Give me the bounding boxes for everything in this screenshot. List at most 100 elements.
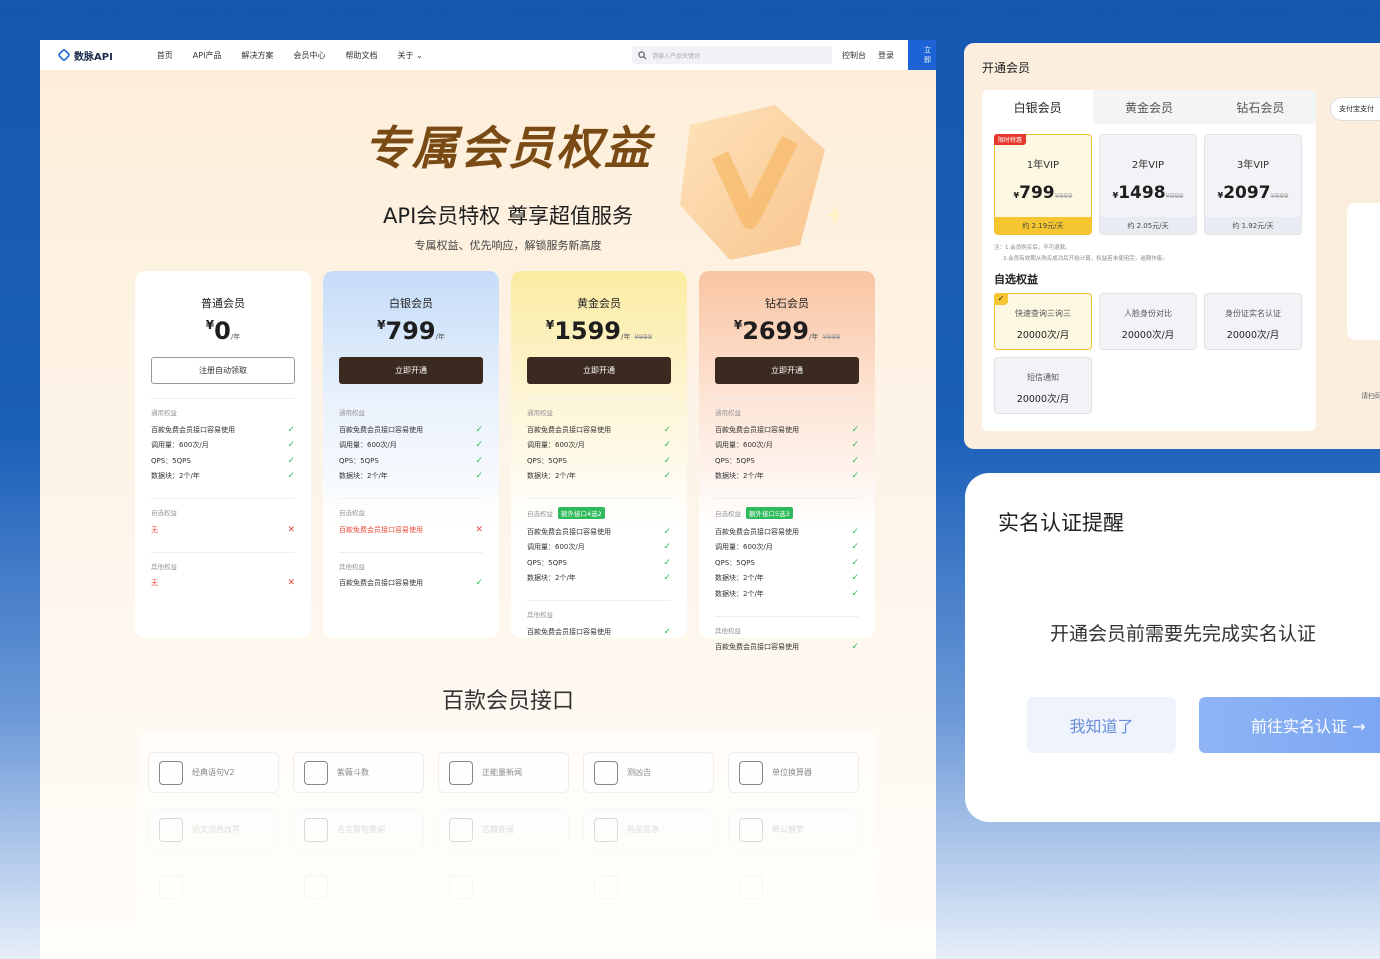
nav-item-solutions[interactable]: 解决方案 xyxy=(241,50,273,61)
optional-title-text: 自选权益 xyxy=(715,510,741,518)
benefit-row: 调用量：600次/月 ✓ xyxy=(715,540,859,556)
benefit-text: 百款免费会员接口容易使用 xyxy=(339,579,423,588)
benefit-row: 调用量：600次/月 ✓ xyxy=(339,438,483,454)
vip-per-day: 约 1.92元/天 xyxy=(1205,217,1301,234)
interface-tile[interactable]: 测凶吉 xyxy=(583,752,714,793)
benefit-row: 百款免费会员接口容易使用 ✓ xyxy=(715,640,859,656)
nav-item-help-docs[interactable]: 帮助文档 xyxy=(345,50,377,61)
general-title-text: 通用权益 xyxy=(527,409,553,417)
plan-price: ¥0/年 xyxy=(151,317,295,345)
console-link[interactable]: 控制台 xyxy=(842,50,866,61)
realname-dialog: 实名认证提醒 开通会员前需要先完成实名认证 我知道了 前往实名认证 → xyxy=(965,473,1380,822)
tab-gold[interactable]: 黄金会员 xyxy=(1093,90,1204,124)
plan-cta-button[interactable]: 注册自动领取 xyxy=(151,357,295,384)
interface-tile[interactable]: 单位换算器 xyxy=(728,752,859,793)
benefit-row: 数据块：2个/年 ✓ xyxy=(151,469,295,485)
check-icon: ✓ xyxy=(851,642,859,653)
interface-tile[interactable]: 紫薇斗数 xyxy=(293,752,424,793)
plan-name: 白银会员 xyxy=(389,297,433,310)
benefit-row: 百款免费会员接口容易使用 ✕ xyxy=(339,522,483,538)
check-icon: ✓ xyxy=(475,424,483,435)
vip-option-2yr[interactable]: 2年VIP ¥1498¥999 约 2.05元/天 xyxy=(1099,134,1197,235)
search-input[interactable]: 请输入产品关键词 xyxy=(632,46,832,64)
check-icon: ✓ xyxy=(851,573,859,584)
plan-card-silver: 白银会员 ¥799/年 立即开通 通用权益 百款免费会员接口容易使用 ✓ 调用量：600次/… xyxy=(323,271,499,638)
optional-section: 自选权益无 ✕ xyxy=(151,498,295,538)
tab-silver[interactable]: 白银会员 xyxy=(982,90,1094,124)
plan-name: 黄金会员 xyxy=(577,297,621,310)
vip-per-day: 约 2.19元/天 xyxy=(995,217,1091,234)
login-link[interactable]: 登录 xyxy=(878,50,894,61)
nav-item-about[interactable]: 关于 ⌄ xyxy=(397,50,422,61)
interface-name: 紫薇斗数 xyxy=(337,768,369,777)
price-unit: /年 xyxy=(808,333,819,341)
currency-symbol: ¥ xyxy=(205,318,215,332)
hero-title: 专属会员权益 xyxy=(364,121,652,175)
interface-icon xyxy=(449,760,473,785)
cross-icon: ✕ xyxy=(475,524,483,535)
benefit-row: 调用量：600次/月 ✓ xyxy=(527,438,671,454)
general-section: 通用权益 百款免费会员接口容易使用 ✓ 调用量：600次/月 ✓ QPS：5QPS ✓ 数据块… xyxy=(151,398,295,484)
vip-price-value: 2097 xyxy=(1223,183,1271,203)
fade-overlay xyxy=(40,800,936,959)
benefit-text: 百款免费会员接口容易使用 xyxy=(715,527,799,536)
benefit-option-quota: 20000次/月 xyxy=(1016,394,1070,405)
plan-cta-button[interactable]: 立即开通 xyxy=(339,357,483,384)
general-title-text: 通用权益 xyxy=(339,409,365,417)
price-value: 1599 xyxy=(554,317,621,345)
acknowledge-button[interactable]: 我知道了 xyxy=(1027,697,1176,753)
other-section: 其他权益百款免费会员接口容易使用 ✓ xyxy=(715,615,859,656)
benefit-option[interactable]: 身份证实名认证 20000次/月 xyxy=(1204,293,1302,350)
vip-price: ¥799¥999 xyxy=(995,183,1091,203)
benefit-row: 百款免费会员接口容易使用 ✓ xyxy=(339,422,483,438)
vip-original-price: ¥999 xyxy=(1270,192,1289,200)
general-section: 通用权益 百款免费会员接口容易使用 ✓ 调用量：600次/月 ✓ QPS：5QPS ✓ 数据块… xyxy=(715,398,859,484)
other-title-text: 其他权益 xyxy=(339,562,365,571)
benefit-row: 数据块：2个/年 ✓ xyxy=(339,469,483,485)
member-panel-title: 开通会员 xyxy=(982,61,1031,75)
nav-cta-button[interactable]: 立即 xyxy=(908,40,936,70)
optional-section: 自选权益 额外接口4选2 百款免费会员接口容易使用 ✓ 调用量：600次/月 ✓ QPS：5… xyxy=(527,498,671,586)
optional-section: 自选权益 额外接口5选3 百款免费会员接口容易使用 ✓ 调用量：600次/月 ✓ QPS：5… xyxy=(715,498,859,602)
benefit-option-name: 快速查询三询三 xyxy=(1015,309,1071,318)
vip-option-3yr[interactable]: 3年VIP ¥2097¥999 约 1.92元/天 xyxy=(1204,134,1302,235)
other-title: 其他权益 xyxy=(715,625,859,635)
other-title: 其他权益 xyxy=(339,561,483,571)
benefit-row: 百款免费会员接口容易使用 ✓ xyxy=(527,524,671,540)
benefit-row: 数据块：2个/年 ✓ xyxy=(527,469,671,485)
check-icon: ✓ xyxy=(287,455,295,466)
benefit-row: 百款免费会员接口容易使用 ✓ xyxy=(339,576,483,592)
benefit-text: 百款免费会员接口容易使用 xyxy=(151,425,235,434)
benefit-option[interactable]: 人脸身份对比 20000次/月 xyxy=(1099,293,1197,350)
nav-item-member-center[interactable]: 会员中心 xyxy=(293,50,325,61)
benefit-row: 数据块：2个/年 ✓ xyxy=(527,571,671,587)
original-price: ¥999 xyxy=(634,333,653,341)
benefit-option[interactable]: ✓ 快速查询三询三 20000次/月 xyxy=(994,293,1092,350)
dialog-message: 开通会员前需要先完成实名认证 xyxy=(1050,623,1317,645)
benefit-row: QPS：5QPS ✓ xyxy=(715,453,859,469)
interface-tile[interactable]: 经典语句V2 xyxy=(148,752,279,793)
plan-card-gold: 黄金会员 ¥1599/年 ¥999 立即开通 通用权益 百款免费会员接口容易使用 ✓ 调用量：… xyxy=(511,271,687,638)
alipay-option[interactable]: 支付宝支付 xyxy=(1330,97,1380,121)
optional-title: 自选权益 xyxy=(339,507,483,517)
benefit-row: 调用量：600次/月 ✓ xyxy=(527,540,671,556)
logo[interactable]: 数脉API xyxy=(57,48,113,63)
vip-label: 3年VIP xyxy=(1236,160,1270,171)
plan-cta-button[interactable]: 立即开通 xyxy=(715,357,859,384)
benefit-option[interactable]: 短信通知 20000次/月 xyxy=(994,357,1092,414)
member-card: 白银会员 黄金会员 钻石会员 限时特惠 1年VIP ¥799¥999 约 2.19元/… xyxy=(982,90,1316,431)
plan-cta-button[interactable]: 立即开通 xyxy=(527,357,671,384)
plan-price: ¥1599/年 ¥999 xyxy=(527,317,671,345)
price-value: 2699 xyxy=(742,317,809,345)
check-icon: ✓ xyxy=(851,471,859,482)
nav-item-home[interactable]: 首页 xyxy=(157,50,173,61)
interface-tile[interactable]: 正能量新闻 xyxy=(438,752,569,793)
go-verify-button[interactable]: 前往实名认证 → xyxy=(1199,697,1380,753)
nav-item-api-products[interactable]: API产品 xyxy=(193,50,222,61)
vip-option-1yr[interactable]: 限时特惠 1年VIP ¥799¥999 约 2.19元/天 xyxy=(994,134,1092,235)
check-icon: ✓ xyxy=(287,424,295,435)
benefit-text: 调用量：600次/月 xyxy=(715,543,773,552)
tab-diamond[interactable]: 钻石会员 xyxy=(1205,90,1316,124)
check-icon: ✓ xyxy=(663,526,671,537)
benefit-text: 调用量：600次/月 xyxy=(527,441,585,450)
